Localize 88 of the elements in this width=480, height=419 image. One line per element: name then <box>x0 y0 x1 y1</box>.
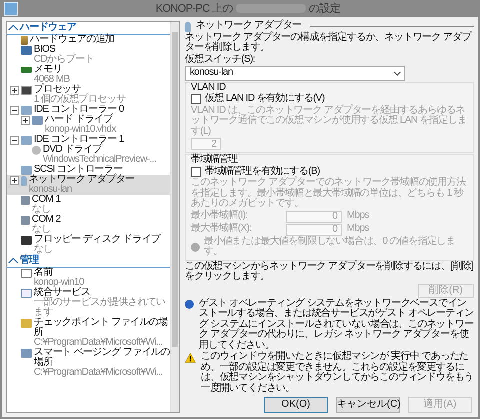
disc-icon <box>32 146 41 154</box>
tree-item[interactable]: SCSI コントローラー <box>7 165 170 175</box>
item-detail: konop-win10 <box>34 278 84 288</box>
tree-item[interactable]: 名前 konop-win10 <box>7 268 170 288</box>
message-text: このウィンドウを開いたときに仮想マシンが 実行中 であったため、一部の設定は変更できません。これらの設定を変更するには、仮想マシンをシャットダウンしてからこのウィンドウをもう一度開いてください。 <box>201 352 474 394</box>
collapse-toggle[interactable] <box>10 136 19 145</box>
tree-item[interactable]: 統合サービス 一部のサービスが提供されています <box>7 288 170 318</box>
dialog-button[interactable]: OK(O) <box>264 397 328 413</box>
tree-item[interactable]: チェックポイント ファイルの場所 C:¥ProgramData¥Microsoft¥Wi... <box>7 318 170 348</box>
item-detail: C:¥ProgramData¥Microsoft¥Wi... <box>34 368 164 378</box>
checkbox-box[interactable] <box>191 166 201 177</box>
item-detail: なし <box>32 225 52 235</box>
expand-toggle[interactable] <box>21 116 30 125</box>
section-header[interactable]: 管理 <box>7 255 170 268</box>
group-title: VLAN ID <box>191 82 227 92</box>
tree-item[interactable]: BIOS CDからブート <box>7 45 170 65</box>
tree-item[interactable]: フロッピー ディスク ドライブ なし <box>7 235 170 255</box>
memory-icon <box>21 67 32 73</box>
switch-dropdown[interactable]: konosu-lan <box>185 66 405 80</box>
item-label: IDE コントローラー 1 <box>34 135 125 145</box>
item-label: ハード ドライブ <box>45 115 114 125</box>
item-detail: C:¥ProgramData¥Microsoft¥Wi... <box>34 338 164 348</box>
field-label: 最大帯域幅(X): <box>191 224 253 235</box>
tree-item[interactable]: スマート ページング ファイルの場所 C:¥ProgramData¥Microsoft¥Wi... <box>7 348 170 378</box>
note: VLAN ID は、このネットワーク アダプターを経由するあらゆるネットワーク通信でこの仮想マシンが使用する仮想 LAN を指定します(L) <box>191 106 468 137</box>
processor-icon <box>21 86 32 94</box>
tree-item[interactable]: プロセッサ 1 個の仮想プロセッサ <box>7 85 170 105</box>
item-label: スマート ページング ファイルの場所 <box>34 348 170 368</box>
tree-item[interactable]: ハード ドライブ konop-win10.vhdx <box>7 115 170 135</box>
tree-item[interactable]: IDE コントローラー 0 <box>7 105 170 115</box>
item-label: プロセッサ <box>34 85 82 95</box>
info-text: 最小値または最大値を制限しない場合は、0 の値を指定します。 <box>204 236 457 258</box>
info-icon <box>185 300 194 308</box>
warning-icon <box>185 353 196 363</box>
unit-label: Mbps <box>347 211 370 222</box>
item-label: IDE コントローラー 0 <box>34 105 126 115</box>
remove-text: この仮想マシンからネットワーク アダプターを削除するには、[削除] をクリックします。 <box>185 262 474 282</box>
text-field-icon <box>21 268 32 278</box>
scrollbar-thumb[interactable] <box>172 32 178 346</box>
description: ネットワーク アダプターの構成を指定するか、ネットワーク アダプターを削除します。 <box>185 32 473 54</box>
window-title: の設定 <box>308 2 340 16</box>
item-detail: 1 個の仮想プロセッサ <box>34 95 127 105</box>
field-label: 最小帯域幅(I): <box>191 211 249 222</box>
checkbox[interactable]: 仮想 LAN ID を有効にする(V) <box>191 94 468 104</box>
item-label: ハードウェアの追加 <box>30 35 116 45</box>
item-label: COM 1 <box>32 195 62 205</box>
expand-toggle[interactable] <box>10 176 19 185</box>
tree-item[interactable]: メモリ 4068 MB <box>7 65 170 85</box>
item-label: 統合サービス <box>34 288 90 298</box>
tree-item[interactable]: COM 1 なし <box>7 195 170 215</box>
section-header[interactable]: ハードウェア <box>7 22 170 35</box>
item-detail: 4068 MB <box>34 75 71 85</box>
tree-item[interactable]: IDE コントローラー 1 <box>7 135 170 145</box>
dialog-button[interactable]: キャンセル(C) <box>336 397 400 413</box>
item-label: DVD ドライブ <box>43 145 102 155</box>
tree-item[interactable]: DVD ドライブ WindowsTechnicalPreview-... <box>7 145 170 165</box>
group-title: 帯域幅管理 <box>191 155 240 166</box>
info-icon <box>191 243 200 252</box>
scrollbar[interactable] <box>170 22 179 412</box>
checkbox[interactable]: 帯域幅管理を有効にする(B) <box>191 166 468 177</box>
item-label: メモリ <box>34 65 64 75</box>
message-text: ゲスト オペレーティング システムをネットワークベースでインストールする場合、または統合サービスがゲスト オペレーティング システムにインストールされていない場合は、このネットワーク アダプターの代わりに、レガシ ネットワーク アダプターを使用してください。 <box>199 298 474 350</box>
item-label: チェックポイント ファイルの場所 <box>34 318 170 338</box>
field-label: 仮想スイッチ(S): <box>185 54 256 65</box>
unit-label: Mbps <box>347 224 370 235</box>
item-detail: なし <box>34 245 54 255</box>
panel-title: ネットワーク アダプター <box>196 21 302 32</box>
item-detail: 一部のサービスが提供されています <box>34 298 166 318</box>
item-label: BIOS <box>34 45 56 55</box>
item-label: SCSI コントローラー <box>34 165 123 175</box>
item-detail: なし <box>32 205 52 215</box>
settings-window-icon <box>4 2 18 16</box>
item-label: COM 2 <box>32 215 62 225</box>
item-detail: CDからブート <box>34 55 96 65</box>
item-label: ネットワーク アダプター <box>29 175 136 185</box>
item-detail: konosu-lan <box>29 185 73 195</box>
item-label: 名前 <box>34 268 53 278</box>
item-detail: konop-win10.vhdx <box>45 125 118 135</box>
expand-toggle[interactable] <box>10 86 19 95</box>
checkbox-box[interactable] <box>191 94 201 104</box>
window-title: KONOP-PC 上の <box>156 2 233 16</box>
collapse-toggle[interactable] <box>10 106 19 115</box>
tree-item[interactable]: ネットワーク アダプター konosu-lan <box>7 175 170 195</box>
tree-item[interactable]: ハードウェアの追加 <box>7 35 170 45</box>
note: このネットワーク アダプターでのネットワーク帯域幅の使用方法を指定します。最小帯域幅と最大帯域幅の単位は、どちらも 1 秒あたりのメガビットです。 <box>191 178 468 210</box>
item-detail: WindowsTechnicalPreview-... <box>43 155 158 165</box>
item-label: フロッピー ディスク ドライブ <box>34 235 162 245</box>
tree-item[interactable]: COM 2 なし <box>7 215 170 235</box>
